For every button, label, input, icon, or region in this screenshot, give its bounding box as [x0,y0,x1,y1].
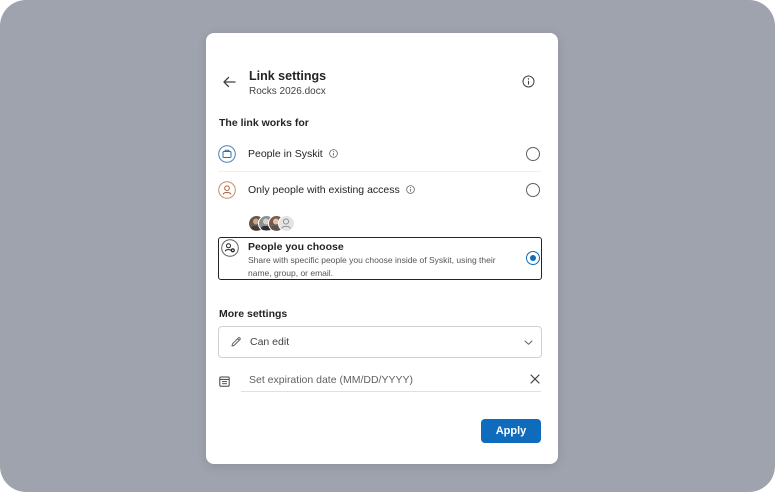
dialog-title: Link settings [249,69,327,83]
avatar-group [248,215,318,233]
calendar-icon [219,376,230,387]
organization-icon [218,145,236,163]
option-description: Share with specific people you choose in… [248,255,496,278]
option-label-text: Only people with existing access [248,184,400,196]
option-people-you-choose[interactable]: People you choose Share with specific pe… [218,237,542,280]
close-icon[interactable] [530,374,540,384]
avatar [278,215,295,232]
apply-button[interactable]: Apply [481,419,541,443]
info-icon[interactable] [405,185,415,194]
expiration-date-input[interactable]: Set expiration date (MM/DD/YYYY) [241,365,541,392]
radio-existing-access[interactable] [526,183,540,197]
option-label-text: People you choose [248,241,344,253]
option-people-in-org[interactable]: People in Syskit [218,143,541,165]
radio-people-you-choose[interactable] [526,251,540,265]
info-button[interactable] [522,75,535,88]
info-icon [522,75,535,88]
option-label-text: People in Syskit [248,148,323,160]
option-label: Only people with existing access [248,184,415,196]
option-existing-access[interactable]: Only people with existing access [218,179,541,232]
permission-value: Can edit [250,336,290,348]
link-works-for-label: The link works for [219,117,309,129]
option-label: People in Syskit [248,148,338,160]
permission-dropdown[interactable]: Can edit [218,326,542,358]
expiration-date-placeholder: Set expiration date (MM/DD/YYYY) [249,374,413,386]
person-icon [218,181,236,199]
chevron-down-icon [524,340,533,345]
pencil-icon [231,337,241,347]
radio-people-in-org[interactable] [526,147,540,161]
file-name: Rocks 2026.docx [249,86,326,97]
info-icon[interactable] [328,149,338,158]
divider [218,171,541,172]
more-settings-label: More settings [219,308,288,320]
arrow-left-icon [223,76,236,88]
link-settings-dialog: Link settings Rocks 2026.docx The link w… [206,33,558,464]
back-button[interactable] [220,73,238,91]
people-settings-icon [221,239,239,257]
